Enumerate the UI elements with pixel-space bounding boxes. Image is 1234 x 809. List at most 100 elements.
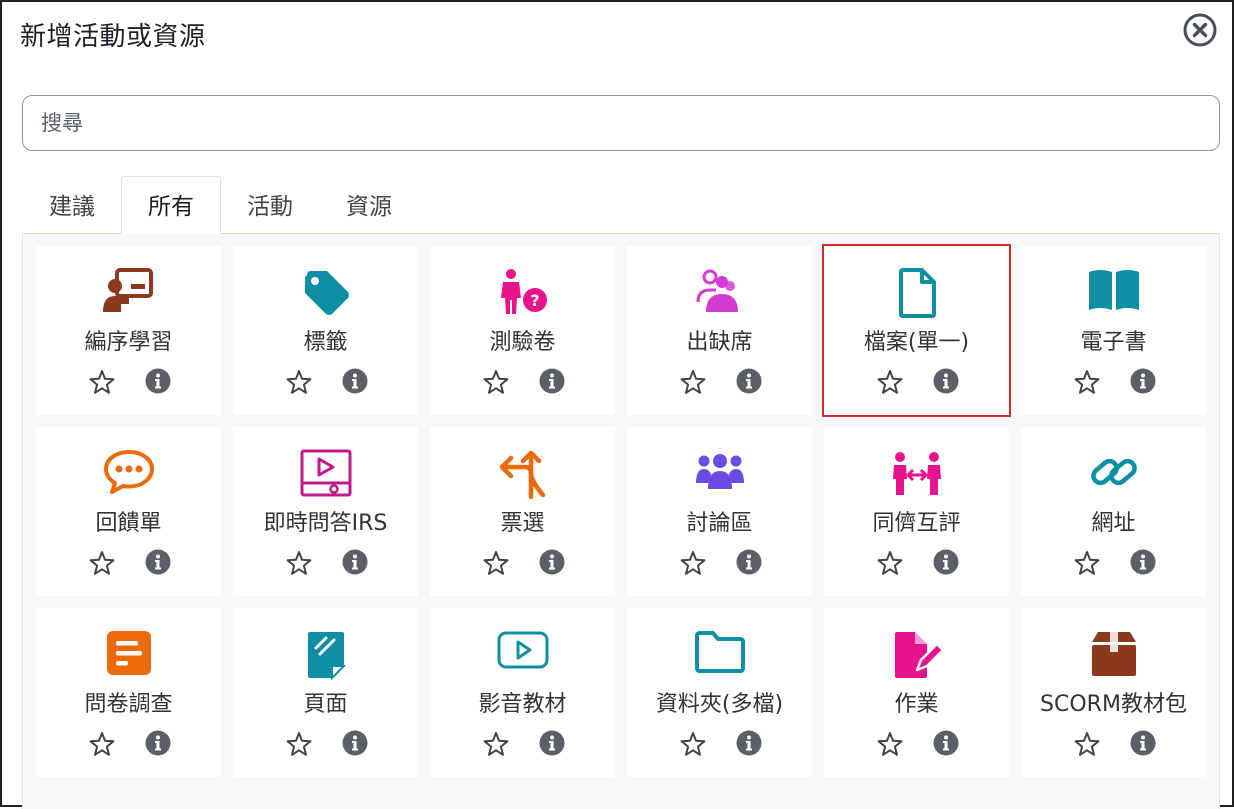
video-slide-icon	[233, 449, 418, 497]
star-icon[interactable]	[1073, 549, 1101, 577]
module-label: 問卷調查	[84, 692, 173, 717]
module-label: 出缺席	[686, 330, 753, 355]
info-icon[interactable]	[735, 367, 763, 395]
tab-all[interactable]: 所有	[121, 176, 221, 234]
star-icon[interactable]	[482, 368, 510, 396]
module-card[interactable]: ? 測驗卷	[430, 246, 615, 415]
dialog-title: 新增活動或資源	[20, 22, 206, 52]
module-label: 編序學習	[84, 330, 173, 355]
tab-bar: 建議 所有 活動 資源	[22, 176, 1220, 234]
module-label: 票選	[500, 511, 545, 536]
info-icon[interactable]	[144, 367, 172, 395]
assignment-edit-icon	[824, 630, 1009, 678]
info-icon[interactable]	[538, 729, 566, 757]
info-icon[interactable]	[735, 548, 763, 576]
module-card[interactable]: 票選	[430, 427, 615, 596]
module-label: 回饋單	[95, 511, 162, 536]
star-icon[interactable]	[88, 368, 116, 396]
info-icon[interactable]	[144, 548, 172, 576]
page-icon	[233, 630, 418, 680]
module-card[interactable]: 即時問答IRS	[233, 427, 418, 596]
module-card[interactable]: 網址	[1021, 427, 1206, 596]
info-icon[interactable]	[932, 729, 960, 757]
svg-text:?: ?	[530, 291, 539, 310]
feedback-chat-icon	[36, 449, 221, 497]
module-label: 頁面	[303, 692, 348, 717]
module-label: SCORM教材包	[1040, 692, 1187, 717]
module-card[interactable]: 同儕互評	[824, 427, 1009, 596]
modules-panel: 編序學習 標籤 ? 測驗卷 出缺席 檔案(單一) 電子書 回饋單 即時問答IRS	[22, 233, 1220, 809]
module-label: 網址	[1091, 511, 1136, 536]
info-icon[interactable]	[538, 367, 566, 395]
info-icon[interactable]	[932, 367, 960, 395]
tag-icon	[233, 268, 418, 316]
module-card[interactable]: 電子書	[1021, 246, 1206, 415]
info-icon[interactable]	[735, 729, 763, 757]
tab-recommended[interactable]: 建議	[22, 176, 122, 234]
module-label: 影音教材	[478, 692, 567, 717]
module-card[interactable]: SCORM教材包	[1021, 608, 1206, 777]
tab-resources[interactable]: 資源	[319, 176, 419, 234]
star-icon[interactable]	[876, 549, 904, 577]
module-card[interactable]: 作業	[824, 608, 1009, 777]
star-icon[interactable]	[88, 549, 116, 577]
quiz-person-question-icon: ?	[430, 268, 615, 316]
close-circle-icon	[1183, 13, 1217, 47]
module-label: 作業	[894, 692, 939, 717]
module-label: 同儕互評	[872, 511, 961, 536]
choice-arrows-icon	[430, 449, 615, 499]
info-icon[interactable]	[341, 729, 369, 757]
star-icon[interactable]	[285, 730, 313, 758]
module-card[interactable]: 影音教材	[430, 608, 615, 777]
info-icon[interactable]	[932, 548, 960, 576]
star-icon[interactable]	[88, 730, 116, 758]
folder-icon	[627, 630, 812, 678]
module-card[interactable]: 頁面	[233, 608, 418, 777]
star-icon[interactable]	[285, 368, 313, 396]
file-icon	[824, 268, 1009, 318]
tab-activities[interactable]: 活動	[220, 176, 320, 234]
module-card[interactable]: 問卷調查	[36, 608, 221, 777]
attendance-people-icon	[627, 268, 812, 316]
star-icon[interactable]	[679, 730, 707, 758]
survey-list-icon	[36, 630, 221, 678]
module-card[interactable]: 討論區	[627, 427, 812, 596]
module-label: 測驗卷	[489, 330, 556, 355]
info-icon[interactable]	[538, 548, 566, 576]
lesson-presenter-icon	[36, 268, 221, 316]
link-icon	[1021, 449, 1206, 497]
star-icon[interactable]	[679, 549, 707, 577]
module-label: 檔案(單一)	[863, 330, 970, 355]
star-icon[interactable]	[679, 368, 707, 396]
info-icon[interactable]	[1129, 729, 1157, 757]
add-activity-dialog: 新增活動或資源 建議 所有 活動 資源 編序學習 標籤 ? 測驗卷	[0, 0, 1234, 809]
close-button[interactable]	[1182, 12, 1218, 48]
module-card[interactable]: 檔案(單一)	[822, 244, 1011, 417]
info-icon[interactable]	[341, 367, 369, 395]
star-icon[interactable]	[482, 549, 510, 577]
info-icon[interactable]	[1129, 367, 1157, 395]
star-icon[interactable]	[285, 549, 313, 577]
search-input[interactable]	[22, 95, 1220, 151]
book-icon	[1021, 268, 1206, 316]
star-icon[interactable]	[876, 730, 904, 758]
video-play-icon	[430, 630, 615, 678]
info-icon[interactable]	[341, 548, 369, 576]
module-card[interactable]: 標籤	[233, 246, 418, 415]
module-card[interactable]: 回饋單	[36, 427, 221, 596]
module-card[interactable]: 資料夾(多檔)	[627, 608, 812, 777]
info-icon[interactable]	[144, 729, 172, 757]
package-box-icon	[1021, 630, 1206, 678]
star-icon[interactable]	[1073, 730, 1101, 758]
module-label: 資料夾(多檔)	[655, 692, 784, 717]
module-card[interactable]: 出缺席	[627, 246, 812, 415]
module-label: 討論區	[686, 511, 753, 536]
info-icon[interactable]	[1129, 548, 1157, 576]
peer-review-icon	[824, 449, 1009, 497]
star-icon[interactable]	[482, 730, 510, 758]
star-icon[interactable]	[1073, 368, 1101, 396]
module-label: 即時問答IRS	[263, 511, 388, 536]
star-icon[interactable]	[876, 368, 904, 396]
module-label: 電子書	[1080, 330, 1147, 355]
module-card[interactable]: 編序學習	[36, 246, 221, 415]
